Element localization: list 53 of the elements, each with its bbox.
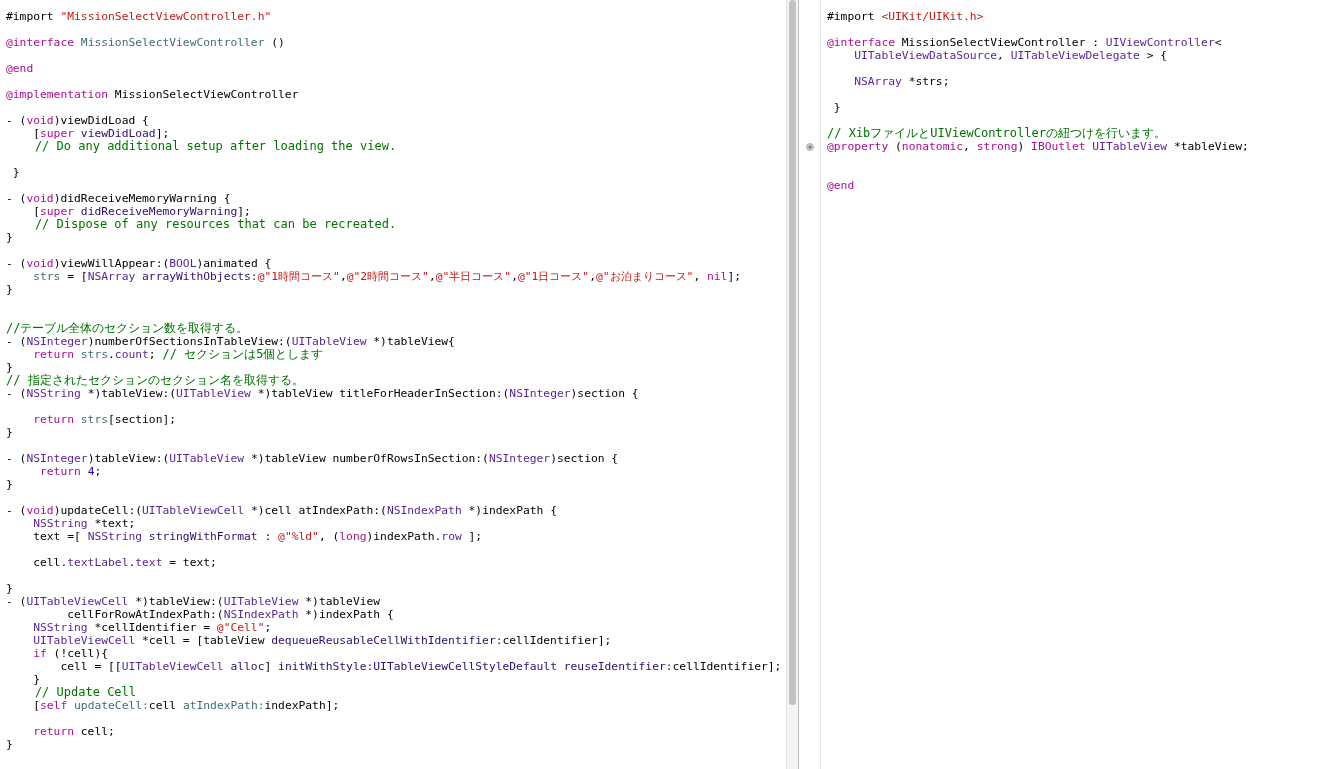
code-line: #import "MissionSelectViewController.h" — [6, 10, 273, 23]
code-line: - (NSInteger)tableView:(UITableView *)tableView numberOfRowsInSection:(NSInteger)section { — [6, 452, 620, 465]
code-line: @implementation MissionSelectViewController — [6, 88, 300, 101]
code-line: - (NSInteger)numberOfSectionsInTableView:(UITableView *)tableView{ — [6, 335, 456, 348]
code-line: //テーブル全体のセクション数を取得する。 — [6, 322, 250, 335]
code-line: } — [32, 673, 41, 686]
code-line: } — [6, 426, 14, 439]
scroll-thumb[interactable] — [789, 0, 796, 705]
code-line: @interface MissionSelectViewController () — [6, 36, 286, 49]
code-line: - (void)updateCell:(UITableViewCell *)cell atIndexPath:(NSIndexPath *)indexPath { — [6, 504, 558, 517]
code-line: - (void)didReceiveMemoryWarning { — [6, 192, 232, 205]
code-line: } — [832, 101, 842, 114]
code-line: UITableViewDataSource, UITableViewDelegate > { — [853, 49, 1169, 62]
code-line: [self updateCell:cell atIndexPath:indexPath]; — [32, 699, 341, 712]
code-line: } — [6, 582, 14, 595]
code-line: cell = [[UITableViewCell alloc] initWithStyle:UITableViewCellStyleDefault reuseIdentifier:cellIdentifier]; — [59, 660, 783, 673]
code-line: NSArray *strs; — [853, 75, 951, 88]
code-line: #import <UIKit/UIKit.h> — [827, 10, 985, 23]
code-line: cell.textLabel.text = text; — [32, 556, 218, 569]
code-line: @property (nonatomic, strong) IBOutlet UITableView *tableView; — [827, 140, 1250, 153]
code-line: // Do any additional setup after loading the view. — [33, 140, 398, 153]
code-line: if (!cell){ — [32, 647, 110, 660]
code-line: [super didReceiveMemoryWarning]; — [32, 205, 251, 218]
code-line: cellForRowAtIndexPath:(NSIndexPath *)indexPath { — [66, 608, 395, 621]
code-line: @interface MissionSelectViewController : UIViewController< — [827, 36, 1223, 49]
code-line: } — [6, 738, 14, 751]
code-line: } — [6, 283, 14, 296]
code-line: // 指定されたセクションのセクション名を取得する。 — [6, 374, 305, 387]
code-line: return cell; — [32, 725, 116, 738]
code-line: - (NSString *)tableView:(UITableView *)tableView titleForHeaderInSection:(NSInteger)section { — [6, 387, 640, 400]
code-line: NSString *cellIdentifier = @"Cell"; — [32, 621, 273, 634]
scrollbar[interactable] — [786, 0, 798, 769]
code-line: } — [6, 478, 14, 491]
code-line: // Dispose of any resources that can be recreated. — [33, 218, 398, 231]
code-line: NSString *text; — [32, 517, 137, 530]
code-line: return 4; — [39, 465, 103, 478]
code-line: // Update Cell — [33, 686, 138, 699]
outlet-connection-icon[interactable] — [805, 142, 814, 151]
code-line: return strs.count; // セクションは5個とします — [32, 348, 325, 361]
code-line: - (void)viewWillAppear:(BOOL)animated { — [6, 257, 273, 270]
code-line: @end — [6, 62, 35, 75]
code-line: - (UITableViewCell *)tableView:(UITableView *)tableView — [6, 595, 382, 608]
code-line: UITableViewCell *cell = [tableView dequeueReusableCellWithIdentifier:cellIdentifier]; — [32, 634, 613, 647]
code-line: } — [6, 231, 14, 244]
code-line: [super viewDidLoad]; — [32, 127, 171, 140]
code-line: text =[ NSString stringWithFormat : @"%ld", (long)indexPath.row ]; — [32, 530, 484, 543]
code-line: @end — [827, 179, 856, 192]
code-line: - (void)viewDidLoad { — [6, 114, 150, 127]
code-line: return strs[section]; — [32, 413, 178, 426]
code-line: } — [6, 361, 14, 374]
code-line: strs = [NSArray arrayWithObjects:@"1時間コース",@"2時間コース",@"半日コース",@"1日コース",@"お泊まりコース", nil]; — [32, 270, 743, 283]
code-line: // XibファイルとUIViewControllerの紐つけを行います。 — [827, 127, 1167, 140]
code-line: } — [11, 166, 21, 179]
